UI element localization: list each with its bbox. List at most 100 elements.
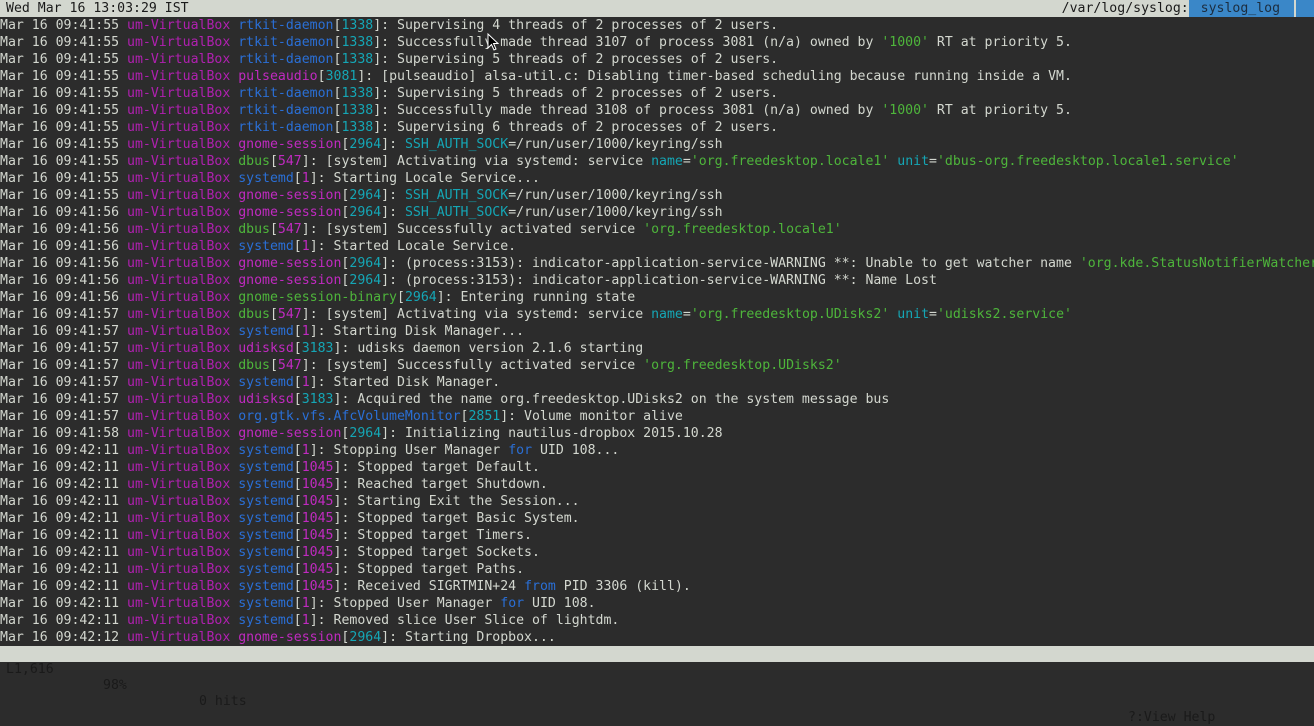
log-segment: um-VirtualBox [127, 494, 239, 509]
log-segment: [ [397, 290, 405, 305]
log-segment: 1338 [341, 86, 374, 101]
log-segment: Mar 16 09:41:55 [0, 86, 128, 101]
log-segment: systemd [238, 239, 294, 254]
log-line: Mar 16 09:41:57 um-VirtualBox systemd[1]… [0, 323, 1314, 340]
log-segment: gnome-session [238, 256, 342, 271]
log-segment: Mar 16 09:42:11 [0, 579, 128, 594]
log-line: Mar 16 09:42:11 um-VirtualBox systemd[10… [0, 493, 1314, 510]
log-segment: [ [269, 307, 278, 322]
log-segment: Mar 16 09:42:11 [0, 494, 128, 509]
tab-syslog-log[interactable]: syslog_log [1188, 0, 1294, 17]
log-segment: UID 108. [524, 596, 596, 611]
log-segment: ]: [system] Successfully activated servi… [301, 358, 644, 373]
file-path: /var/log/syslog: [1061, 1, 1189, 16]
log-segment: um-VirtualBox [127, 341, 239, 356]
search-hits: 0 hits [199, 694, 247, 709]
log-segment: um-VirtualBox [127, 69, 239, 84]
log-segment: org.gtk.vfs.AfcVolumeMonitor [238, 409, 461, 424]
log-segment: dbus [238, 154, 270, 169]
log-segment: systemd [238, 443, 294, 458]
log-segment: 1045 [301, 460, 334, 475]
log-line: Mar 16 09:41:55 um-VirtualBox rtkit-daem… [0, 51, 1314, 68]
log-segment: Mar 16 09:41:58 [0, 426, 128, 441]
log-segment: Mar 16 09:42:11 [0, 545, 128, 560]
log-segment: um-VirtualBox [127, 324, 239, 339]
log-segment: 2964 [349, 426, 382, 441]
log-segment: ]: Stopped target Timers. [333, 528, 533, 543]
log-segment: [ [293, 171, 302, 186]
log-segment: Mar 16 09:41:56 [0, 256, 128, 271]
log-segment: [ [293, 562, 302, 577]
log-segment: um-VirtualBox [127, 188, 239, 203]
log-line: Mar 16 09:42:11 um-VirtualBox systemd[10… [0, 459, 1314, 476]
log-segment: ]: Successfully made thread 3108 of proc… [373, 103, 882, 118]
log-segment: um-VirtualBox [127, 154, 239, 169]
log-segment: ]: Stopped target Sockets. [333, 545, 540, 560]
log-segment: systemd [238, 596, 294, 611]
log-segment: [ [293, 494, 302, 509]
log-view[interactable]: Mar 16 09:41:55 um-VirtualBox rtkit-daem… [0, 17, 1314, 646]
log-segment: [ [293, 460, 302, 475]
log-segment: um-VirtualBox [127, 460, 239, 475]
log-segment: 1045 [301, 477, 334, 492]
log-segment: ]: Starting Disk Manager... [309, 324, 525, 339]
log-segment: Mar 16 09:41:55 [0, 171, 128, 186]
log-segment: um-VirtualBox [127, 18, 239, 33]
log-segment: [ [293, 375, 302, 390]
log-segment: for [508, 443, 533, 458]
log-line: Mar 16 09:41:57 um-VirtualBox dbus[547]:… [0, 306, 1314, 323]
log-segment: rtkit-daemon [238, 120, 334, 135]
log-segment: 1045 [301, 494, 334, 509]
log-segment: um-VirtualBox [127, 562, 239, 577]
log-segment: um-VirtualBox [127, 477, 239, 492]
log-segment: udisksd [238, 341, 294, 356]
log-segment: from [524, 579, 556, 594]
log-segment: 1045 [301, 545, 334, 560]
log-line: Mar 16 09:42:11 um-VirtualBox systemd[1]… [0, 612, 1314, 629]
log-segment: 3183 [301, 341, 334, 356]
log-segment: = [682, 307, 691, 322]
log-segment: 2851 [468, 409, 501, 424]
log-segment: um-VirtualBox [127, 256, 239, 271]
log-segment: ]: Supervising 6 threads of 2 processes … [373, 120, 779, 135]
log-line: Mar 16 09:41:57 um-VirtualBox dbus[547]:… [0, 357, 1314, 374]
log-segment: Mar 16 09:42:11 [0, 460, 128, 475]
log-segment: 2964 [349, 188, 382, 203]
log-segment: [ [293, 341, 302, 356]
log-segment: ]: Stopping User Manager [309, 443, 509, 458]
log-segment: um-VirtualBox [127, 86, 239, 101]
log-segment: 2964 [404, 290, 437, 305]
log-segment: ]: Stopped target Paths. [333, 562, 525, 577]
log-segment: 1338 [341, 120, 374, 135]
log-segment: ]: (process:3153): indicator-application… [381, 256, 1080, 271]
log-segment: Mar 16 09:41:55 [0, 69, 128, 84]
log-segment: Mar 16 09:42:11 [0, 511, 128, 526]
tab-next[interactable] [1296, 0, 1314, 17]
log-segment: for [500, 596, 525, 611]
log-line: Mar 16 09:41:57 um-VirtualBox systemd[1]… [0, 374, 1314, 391]
log-segment: ]: [pulseaudio] alsa-util.c: Disabling t… [357, 69, 1072, 84]
log-segment: Mar 16 09:41:55 [0, 120, 128, 135]
log-segment: systemd [238, 579, 294, 594]
log-segment: 1 [301, 171, 310, 186]
log-line: Mar 16 09:41:56 um-VirtualBox systemd[1]… [0, 238, 1314, 255]
log-segment: [ [293, 596, 302, 611]
log-segment: [ [293, 613, 302, 628]
log-line: Mar 16 09:41:55 um-VirtualBox gnome-sess… [0, 187, 1314, 204]
log-segment: [ [293, 324, 302, 339]
log-segment: 1 [301, 596, 310, 611]
log-segment: systemd [238, 494, 294, 509]
log-segment: 2964 [349, 273, 382, 288]
log-segment: 2964 [349, 205, 382, 220]
log-segment: systemd [238, 545, 294, 560]
log-line: Mar 16 09:41:55 um-VirtualBox rtkit-daem… [0, 102, 1314, 119]
log-segment: [ [269, 222, 278, 237]
log-line: Mar 16 09:41:57 um-VirtualBox org.gtk.vf… [0, 408, 1314, 425]
log-line: Mar 16 09:42:12 um-VirtualBox gnome-sess… [0, 629, 1314, 646]
log-segment: [ [317, 69, 326, 84]
log-segment: Mar 16 09:42:11 [0, 477, 128, 492]
log-segment: [ [269, 358, 278, 373]
log-segment: 2964 [349, 630, 382, 645]
log-segment: ]: [system] Activating via systemd: serv… [301, 154, 652, 169]
log-segment: ]: Acquired the name org.freedesktop.UDi… [333, 392, 890, 407]
